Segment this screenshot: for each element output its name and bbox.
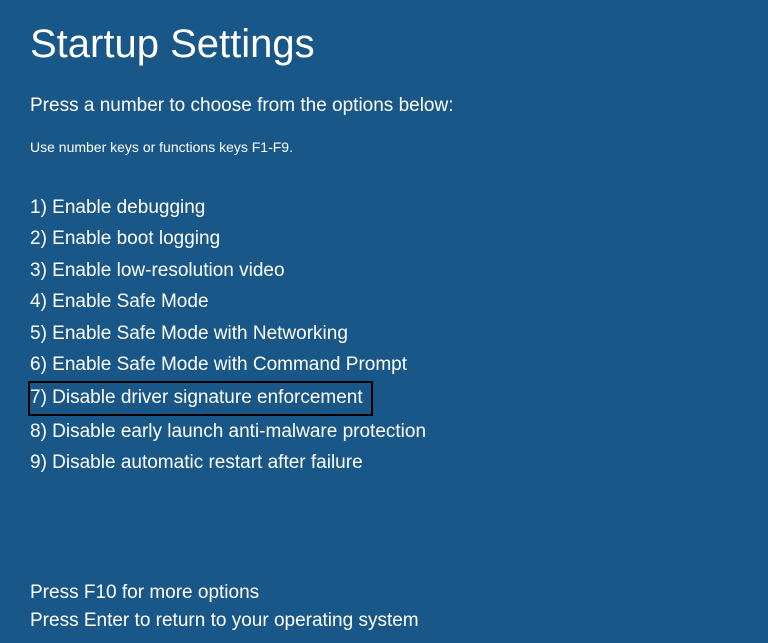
- page-title: Startup Settings: [30, 22, 738, 67]
- option-3[interactable]: 3) Enable low-resolution video: [30, 256, 285, 286]
- option-7[interactable]: 7) Disable driver signature enforcement: [28, 381, 373, 415]
- options-list: 1) Enable debugging2) Enable boot loggin…: [30, 193, 738, 479]
- option-9[interactable]: 9) Disable automatic restart after failu…: [30, 448, 363, 478]
- footer-more-options: Press F10 for more options: [30, 579, 738, 608]
- footer-return-os: Press Enter to return to your operating …: [30, 607, 738, 636]
- option-4[interactable]: 4) Enable Safe Mode: [30, 287, 209, 317]
- option-2[interactable]: 2) Enable boot logging: [30, 224, 220, 254]
- option-6[interactable]: 6) Enable Safe Mode with Command Prompt: [30, 350, 407, 380]
- option-8[interactable]: 8) Disable early launch anti-malware pro…: [30, 417, 426, 447]
- footer: Press F10 for more options Press Enter t…: [30, 579, 738, 636]
- prompt-text: Press a number to choose from the option…: [30, 95, 738, 117]
- option-1[interactable]: 1) Enable debugging: [30, 193, 205, 223]
- hint-text: Use number keys or functions keys F1-F9.: [30, 139, 738, 155]
- option-5[interactable]: 5) Enable Safe Mode with Networking: [30, 319, 348, 349]
